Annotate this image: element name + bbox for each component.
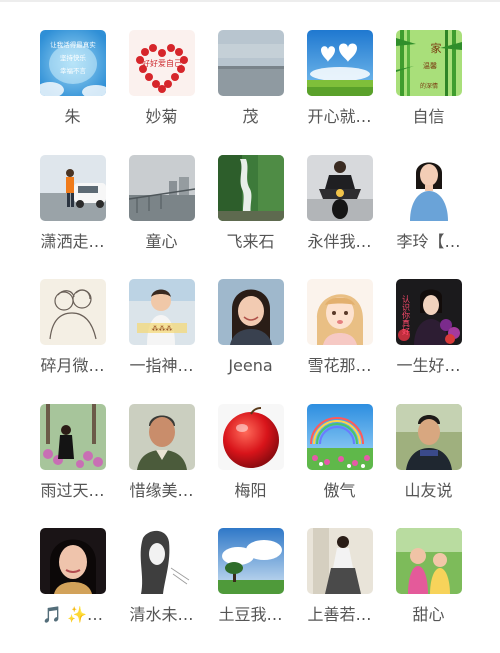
avatar[interactable] — [306, 279, 373, 345]
avatar-caption: 温馨 — [423, 61, 437, 70]
contact-item[interactable]: 甜心 — [384, 528, 473, 653]
contact-name[interactable]: 土豆我… — [208, 604, 294, 626]
contact-name[interactable]: 永伴我… — [297, 231, 383, 253]
avatar[interactable] — [306, 154, 373, 221]
contact-grid: 让我活得最真实 坚持快乐 幸福不言 朱 好好爱自己 妙菊 茂 开心就… 家 温馨… — [28, 30, 473, 653]
contact-name[interactable]: 雪花那… — [297, 355, 383, 377]
avatar[interactable] — [128, 528, 195, 594]
avatar-caption: 幸福不言 — [60, 66, 87, 75]
contact-item[interactable]: 认识你真好 一生好… — [384, 279, 473, 404]
svg-text:⁂⁂⁂: ⁂⁂⁂ — [151, 325, 172, 333]
contact-item[interactable]: 山友说 — [384, 403, 473, 529]
contact-name[interactable]: Jeena — [208, 355, 294, 377]
avatar[interactable] — [128, 154, 195, 221]
contact-item[interactable]: 李玲【… — [384, 154, 473, 280]
contact-item[interactable]: 开心就… — [295, 30, 384, 155]
contact-item[interactable]: 雪花那… — [295, 279, 384, 404]
contact-name[interactable]: 一指神… — [119, 355, 205, 377]
contact-item[interactable]: 碎月微… — [28, 279, 117, 404]
contact-name[interactable]: 惜缘美… — [119, 480, 205, 502]
avatar[interactable]: ⁂⁂⁂ — [128, 279, 195, 345]
avatar[interactable]: 让我活得最真实 坚持快乐 幸福不言 — [39, 30, 106, 96]
contact-name[interactable]: 碎月微… — [30, 355, 116, 377]
avatar-caption: 的深情 — [419, 82, 437, 90]
contact-name[interactable]: 李玲【… — [386, 231, 472, 253]
contact-name[interactable]: 童心 — [119, 231, 205, 253]
avatar[interactable] — [217, 279, 284, 345]
contact-item[interactable]: 梅阳 — [206, 403, 295, 529]
contact-item[interactable]: 上善若… — [295, 528, 384, 653]
avatar[interactable] — [217, 30, 284, 96]
avatar[interactable] — [306, 30, 373, 96]
contact-item[interactable]: 惜缘美… — [117, 403, 206, 529]
contact-name[interactable]: 茂 — [208, 106, 294, 128]
contact-item[interactable]: 雨过天… — [28, 403, 117, 529]
avatar-caption: 让我活得最真实 — [50, 40, 96, 49]
contact-name[interactable]: 妙菊 — [119, 106, 205, 128]
contact-item[interactable]: Jeena — [206, 279, 295, 404]
contact-item[interactable]: 土豆我… — [206, 528, 295, 653]
contact-name[interactable]: 开心就… — [297, 106, 383, 128]
contact-item[interactable]: 童心 — [117, 154, 206, 280]
contact-name[interactable]: 自信 — [386, 106, 472, 128]
contact-item[interactable]: 🎵 ✨… — [28, 528, 117, 653]
contact-item[interactable]: 潇洒走… — [28, 154, 117, 280]
contact-item[interactable]: 傲气 — [295, 403, 384, 529]
contact-item[interactable]: 飞来石 — [206, 154, 295, 280]
avatar[interactable] — [39, 279, 106, 345]
contact-item[interactable]: 永伴我… — [295, 154, 384, 280]
contact-name[interactable]: 🎵 ✨… — [30, 604, 116, 626]
avatar[interactable] — [395, 403, 462, 470]
contact-item[interactable]: 让我活得最真实 坚持快乐 幸福不言 朱 — [28, 30, 117, 155]
avatar[interactable] — [395, 154, 462, 221]
contact-name[interactable]: 傲气 — [297, 480, 383, 502]
avatar[interactable] — [128, 403, 195, 470]
avatar[interactable]: 认识你真好 — [395, 279, 462, 345]
avatar[interactable] — [217, 403, 284, 470]
avatar[interactable] — [217, 154, 284, 221]
avatar[interactable] — [395, 528, 462, 594]
contact-name[interactable]: 一生好… — [386, 355, 472, 377]
avatar-caption: 家 — [430, 41, 441, 55]
avatar-caption: 认识你真好 — [401, 294, 410, 336]
avatar[interactable] — [39, 528, 106, 594]
avatar[interactable] — [306, 528, 373, 594]
avatar[interactable]: 好好爱自己 — [128, 30, 195, 96]
avatar[interactable] — [306, 403, 373, 470]
avatar[interactable] — [39, 403, 106, 470]
contact-item[interactable]: 家 温馨 的深情 自信 — [384, 30, 473, 155]
contact-item[interactable]: 茂 — [206, 30, 295, 155]
contact-name[interactable]: 飞来石 — [208, 231, 294, 253]
contact-name[interactable]: 朱 — [30, 106, 116, 128]
contact-item[interactable]: ⁂⁂⁂ 一指神… — [117, 279, 206, 404]
contact-name[interactable]: 甜心 — [386, 604, 472, 626]
avatar[interactable] — [39, 154, 106, 221]
contact-name[interactable]: 雨过天… — [30, 480, 116, 502]
contact-name[interactable]: 山友说 — [386, 480, 472, 502]
avatar-caption: 坚持快乐 — [60, 53, 87, 62]
contact-name[interactable]: 上善若… — [297, 604, 383, 626]
avatar-caption: 好好爱自己 — [142, 58, 182, 68]
contact-name[interactable]: 清水未… — [119, 604, 205, 626]
contact-item[interactable]: 清水未… — [117, 528, 206, 653]
contact-name[interactable]: 梅阳 — [208, 480, 294, 502]
avatar[interactable]: 家 温馨 的深情 — [395, 30, 462, 96]
avatar[interactable] — [217, 528, 284, 594]
top-divider — [0, 0, 500, 2]
contact-item[interactable]: 好好爱自己 妙菊 — [117, 30, 206, 155]
contact-name[interactable]: 潇洒走… — [30, 231, 116, 253]
